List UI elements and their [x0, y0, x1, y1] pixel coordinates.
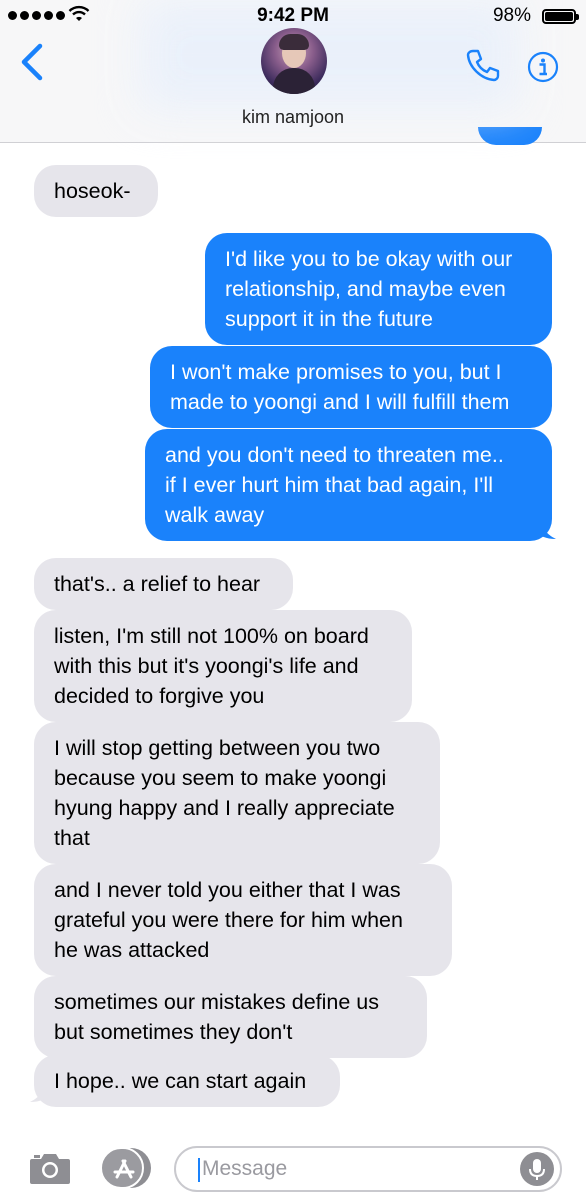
message-line: he was attacked	[54, 938, 210, 962]
outgoing-bubble-tail	[536, 520, 556, 539]
message-line: decided to forgive you	[54, 684, 265, 708]
outgoing-message: and you don't need to threaten me.. if I…	[145, 429, 552, 541]
incoming-bubble-tail	[30, 1083, 50, 1102]
battery-icon	[542, 9, 579, 24]
text-cursor	[198, 1158, 200, 1182]
previous-message-bubble	[478, 127, 542, 145]
info-icon[interactable]	[527, 51, 559, 83]
message-line: I won't make promises to you, but I	[170, 360, 502, 384]
message-line: walk away	[165, 503, 265, 527]
back-chevron-icon[interactable]	[14, 40, 54, 84]
incoming-message: I will stop getting between you two beca…	[34, 722, 440, 864]
incoming-message: listen, I'm still not 100% on board with…	[34, 610, 412, 722]
message-line: and you don't need to threaten me..	[165, 443, 504, 467]
message-line: if I ever hurt him that bad again, I'll	[165, 473, 493, 497]
message-line: that's.. a relief to hear	[54, 572, 261, 596]
microphone-icon[interactable]	[520, 1152, 554, 1186]
message-line: relationship, and maybe even	[225, 277, 506, 301]
camera-icon[interactable]	[28, 1150, 72, 1186]
message-line: that	[54, 826, 90, 850]
message-line: support it in the future	[225, 307, 433, 331]
contact-avatar[interactable]	[261, 28, 327, 94]
message-line: grateful you were there for him when	[54, 908, 403, 932]
message-line: hyung happy and I really appreciate	[54, 796, 395, 820]
outgoing-message: I won't make promises to you, but I made…	[150, 346, 552, 428]
message-line: but sometimes they don't	[54, 1020, 293, 1044]
message-line: I'd like you to be okay with our	[225, 247, 513, 271]
message-line: listen, I'm still not 100% on board	[54, 624, 369, 648]
message-line: sometimes our mistakes define us	[54, 990, 380, 1014]
incoming-message: and I never told you either that I was g…	[34, 864, 452, 976]
app-store-icon[interactable]	[100, 1146, 152, 1190]
message-line: with this but it's yoongi's life and	[54, 654, 359, 678]
incoming-message: that's.. a relief to hear	[34, 558, 293, 610]
incoming-message: hoseok-	[34, 165, 158, 217]
message-line: I will stop getting between you two	[54, 736, 381, 760]
incoming-message: I hope.. we can start again	[34, 1055, 340, 1107]
message-line: I hope.. we can start again	[54, 1069, 307, 1093]
battery-percentage: 98%	[492, 5, 531, 26]
message-placeholder: Message	[202, 1157, 288, 1180]
message-input[interactable]: Message	[174, 1146, 562, 1192]
phone-icon[interactable]	[465, 47, 501, 83]
message-line: and I never told you either that I was	[54, 878, 401, 902]
incoming-message: sometimes our mistakes define us but som…	[34, 976, 427, 1058]
outgoing-message: I'd like you to be okay with our relatio…	[205, 233, 552, 345]
contact-name[interactable]: kim namjoon	[0, 107, 586, 128]
message-line: hoseok-	[54, 179, 131, 203]
message-line: made to yoongi and I will fulfill them	[170, 390, 510, 414]
message-line: because you seem to make yoongi	[54, 766, 387, 790]
compose-bar: Message	[0, 1136, 586, 1200]
